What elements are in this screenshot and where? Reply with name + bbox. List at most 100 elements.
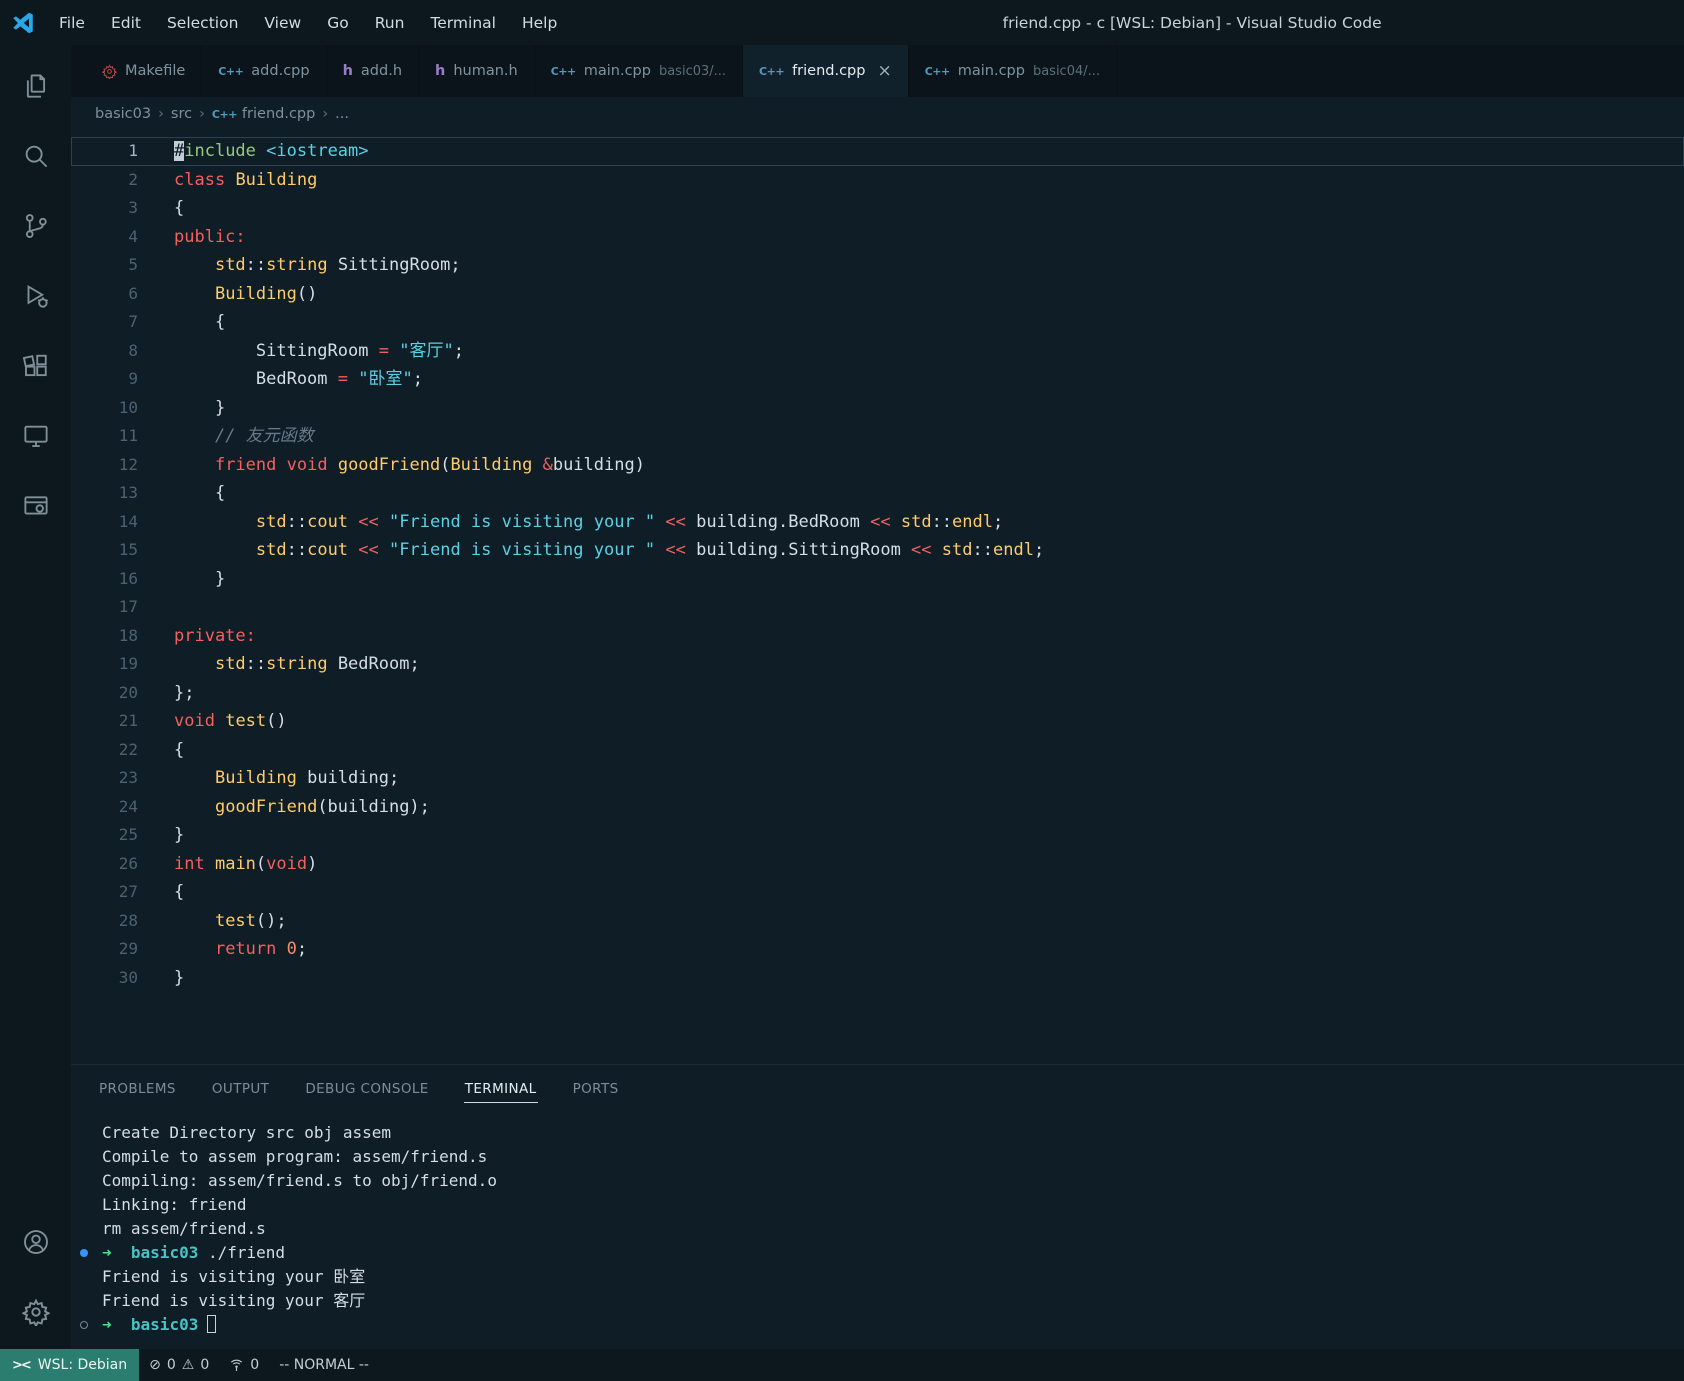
activity-account[interactable] [0, 1209, 71, 1279]
code-text[interactable]: } [138, 565, 1684, 594]
tab-friend-cpp[interactable]: C++ friend.cpp × [743, 45, 909, 97]
line-number: 17 [118, 597, 138, 616]
breadcrumb-label: basic03 [95, 106, 152, 122]
menu-run[interactable]: Run [362, 14, 418, 32]
code-text[interactable]: { [138, 736, 1684, 765]
code-text[interactable]: BedRoom = "卧室"; [138, 365, 1684, 394]
panel-tab-ports[interactable]: PORTS [572, 1074, 620, 1103]
tab-bar: Makefile C++ add.cpp h add.h h human.h C++ main.… [71, 45, 1684, 97]
breadcrumb-item--[interactable]: ... [335, 106, 349, 122]
breadcrumb-item-friend-cpp[interactable]: C++ friend.cpp [212, 106, 315, 122]
activity-extensions[interactable] [0, 333, 71, 403]
panel-tab-terminal[interactable]: TERMINAL [463, 1074, 538, 1103]
terminal[interactable]: Create Directory src obj assem Compile to… [71, 1111, 1684, 1349]
activity-source-control[interactable] [0, 193, 71, 263]
code-text[interactable]: test(); [138, 907, 1684, 936]
activity-search[interactable] [0, 123, 71, 193]
activity-explorer[interactable] [0, 53, 71, 123]
ports-status[interactable]: 0 [219, 1357, 269, 1373]
code-text[interactable]: std::string SittingRoom; [138, 251, 1684, 280]
header-file-icon: h [435, 63, 446, 79]
code-text[interactable]: private: [138, 622, 1684, 651]
activity-settings[interactable] [0, 1279, 71, 1349]
tab-label: add.h [360, 63, 403, 79]
code-text[interactable]: } [138, 394, 1684, 423]
menu-go[interactable]: Go [314, 14, 362, 32]
line-number: 10 [118, 397, 138, 417]
code-text[interactable]: class Building [138, 166, 1684, 195]
code-text[interactable]: return 0; [138, 935, 1684, 964]
code-text[interactable]: Building building; [138, 764, 1684, 793]
panel-tab-debug-console[interactable]: DEBUG CONSOLE [304, 1074, 429, 1103]
menu-edit[interactable]: Edit [98, 14, 154, 32]
code-line: 28 test(); [71, 907, 1684, 936]
panel-tab-problems[interactable]: PROBLEMS [98, 1074, 177, 1103]
line-number: 15 [118, 540, 138, 559]
code-line: 1 #include <iostream> [71, 137, 1684, 166]
code-lines: 1 #include <iostream> 2 class Building 3{4 pu… [71, 137, 1684, 992]
menu-help[interactable]: Help [509, 14, 570, 32]
code-line: 8 SittingRoom = "客厅"; [71, 337, 1684, 366]
code-text[interactable]: std::cout << "Friend is visiting your " … [138, 536, 1684, 565]
tab-main-cpp[interactable]: C++ main.cpp basic03/... [535, 45, 744, 97]
menu-terminal[interactable]: Terminal [417, 14, 509, 32]
code-text[interactable]: void test() [138, 707, 1684, 736]
breadcrumb: basic03 › src › C++ friend.cpp ›... [71, 97, 1684, 131]
code-text[interactable]: // 友元函数 [138, 422, 1684, 451]
tab-add-h[interactable]: h add.h [327, 45, 420, 97]
vim-mode-indicator[interactable]: -- NORMAL -- [269, 1357, 379, 1373]
code-text[interactable]: { [138, 878, 1684, 907]
code-text[interactable]: } [138, 821, 1684, 850]
code-text[interactable]: { [138, 308, 1684, 337]
terminal-line: Compiling: assem/friend.s to obj/friend.… [102, 1171, 497, 1190]
activity-remote-explorer[interactable] [0, 403, 71, 473]
code-text[interactable]: public: [138, 223, 1684, 252]
code-line: 27{ [71, 878, 1684, 907]
terminal-line: Create Directory src obj assem [102, 1123, 391, 1142]
tab-add-cpp[interactable]: C++ add.cpp [202, 45, 327, 97]
tab-suffix: basic04/... [1032, 63, 1101, 79]
code-text[interactable]: Building() [138, 280, 1684, 309]
menu-selection[interactable]: Selection [154, 14, 251, 32]
menu-view[interactable]: View [251, 14, 314, 32]
terminal-cursor [207, 1315, 217, 1333]
code-text[interactable]: std::cout << "Friend is visiting your " … [138, 508, 1684, 537]
code-line: 25} [71, 821, 1684, 850]
code-text[interactable]: } [138, 964, 1684, 993]
breadcrumb-item-basic03[interactable]: basic03 [95, 106, 151, 122]
code-text[interactable]: goodFriend(building); [138, 793, 1684, 822]
line-number: 19 [118, 654, 138, 673]
activity-run-debug[interactable] [0, 263, 71, 333]
code-text[interactable]: friend void goodFriend(Building &buildin… [138, 451, 1684, 480]
problems-status[interactable]: ⊘ 0 ⚠ 0 [139, 1357, 219, 1373]
line-number: 12 [118, 454, 138, 474]
search-icon [21, 141, 51, 175]
tab-main-cpp[interactable]: C++ main.cpp basic04/... [909, 45, 1118, 97]
tab-makefile[interactable]: Makefile [86, 45, 203, 97]
tab-human-h[interactable]: h human.h [419, 45, 535, 97]
code-line: 30} [71, 964, 1684, 993]
close-icon[interactable]: × [877, 61, 891, 81]
code-text[interactable]: { [138, 479, 1684, 508]
breadcrumb-item-src[interactable]: src [171, 106, 192, 122]
code-text[interactable]: std::string BedRoom; [138, 650, 1684, 679]
code-text[interactable]: { [138, 194, 1684, 223]
line-number: 11 [118, 426, 138, 445]
activity-remote-window[interactable] [0, 473, 71, 543]
code-editor[interactable]: 1 #include <iostream> 2 class Building 3{4 pu… [71, 131, 1684, 1064]
panel-tab-output[interactable]: OUTPUT [211, 1074, 270, 1103]
terminal-command-decoration [80, 1321, 88, 1329]
ports-count: 0 [250, 1357, 260, 1373]
code-text[interactable]: int main(void) [138, 850, 1684, 879]
code-text[interactable] [138, 593, 1684, 622]
code-line: 7 { [71, 308, 1684, 337]
remote-indicator[interactable]: >< WSL: Debian [0, 1349, 140, 1381]
code-text[interactable]: SittingRoom = "客厅"; [138, 337, 1684, 366]
line-number: 9 [128, 369, 138, 388]
breadcrumb-label: friend.cpp [241, 106, 316, 122]
code-text[interactable]: }; [138, 679, 1684, 708]
warning-icon: ⚠ [181, 1357, 195, 1373]
vim-mode-label: -- NORMAL -- [279, 1357, 369, 1373]
menu-file[interactable]: File [46, 14, 98, 32]
code-text[interactable]: #include <iostream> [138, 137, 1684, 166]
